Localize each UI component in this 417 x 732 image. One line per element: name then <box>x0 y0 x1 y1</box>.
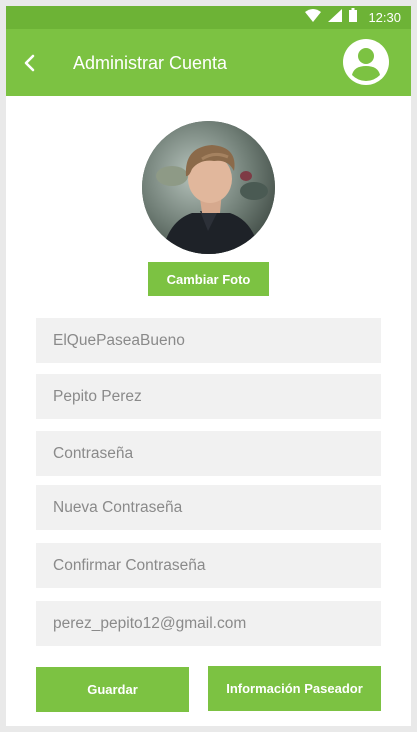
full-name-field[interactable]: Pepito Perez <box>36 374 381 419</box>
confirm-password-field[interactable]: Confirmar Contraseña <box>36 543 381 588</box>
phone-screen: 12:30 Administrar Cuenta Cambiar Foto El… <box>6 6 411 726</box>
profile-button[interactable] <box>343 39 389 85</box>
email-field[interactable]: perez_pepito12@gmail.com <box>36 601 381 646</box>
page-title: Administrar Cuenta <box>73 53 228 73</box>
walker-info-button[interactable]: Información Paseador <box>208 666 381 711</box>
status-time: 12:30 <box>368 10 401 25</box>
avatar <box>142 121 275 254</box>
signal-icon <box>328 8 343 27</box>
account-circle-icon <box>343 39 389 89</box>
save-button[interactable]: Guardar <box>36 667 189 712</box>
app-bar: Administrar Cuenta <box>6 29 411 96</box>
password-field[interactable]: Contraseña <box>36 431 381 476</box>
new-password-field[interactable]: Nueva Contraseña <box>36 485 381 530</box>
battery-icon <box>349 8 358 27</box>
back-button[interactable] <box>20 51 40 75</box>
status-bar: 12:30 <box>6 6 411 29</box>
username-field[interactable]: ElQuePaseaBueno <box>36 318 381 363</box>
chevron-left-icon <box>20 54 40 79</box>
change-photo-button[interactable]: Cambiar Foto <box>148 262 269 296</box>
wifi-icon <box>305 8 322 27</box>
